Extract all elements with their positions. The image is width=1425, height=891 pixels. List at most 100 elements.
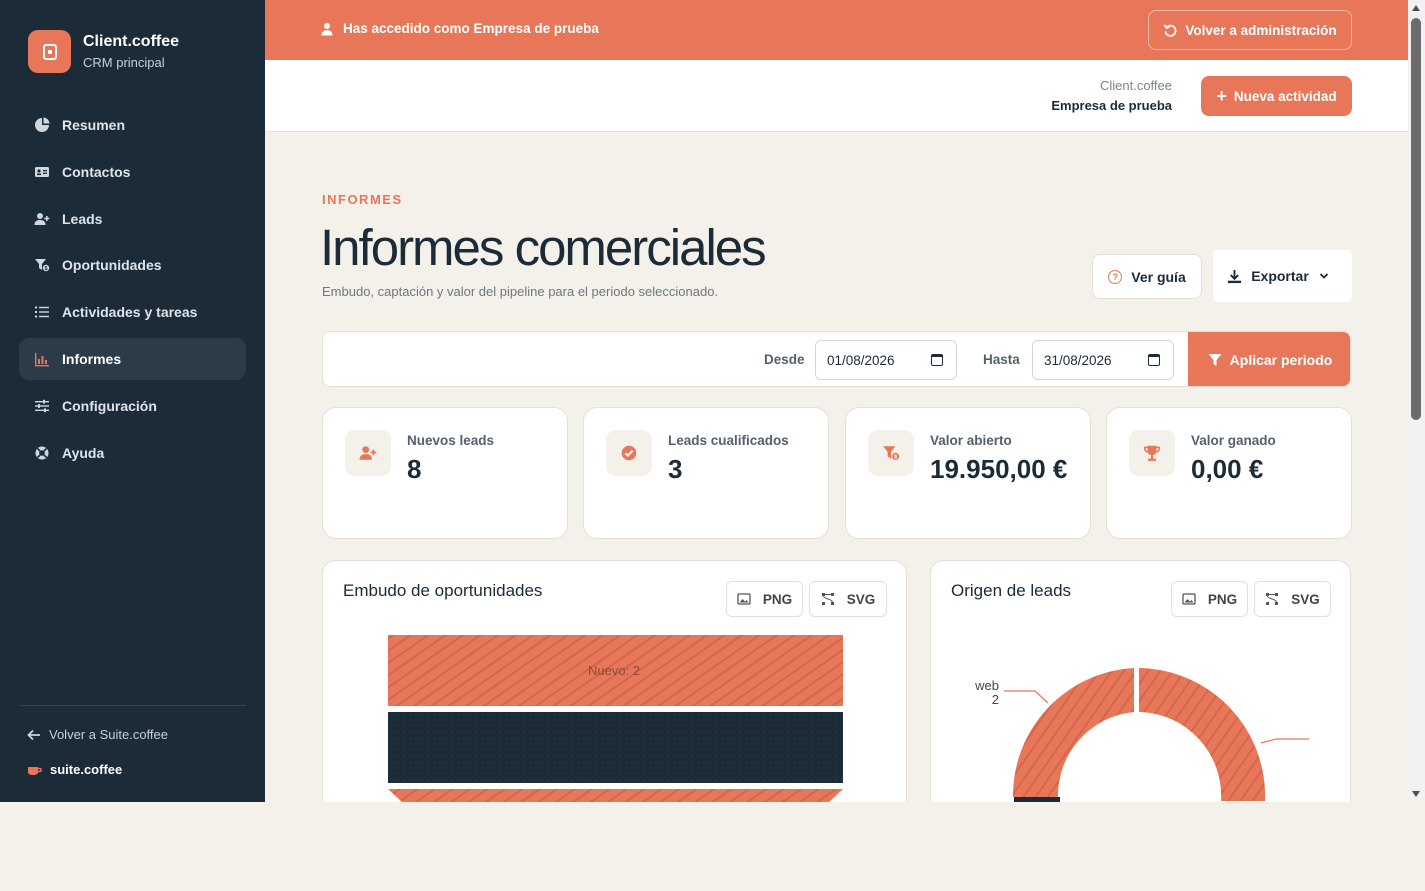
- kpi-label: Valor ganado: [1191, 433, 1276, 448]
- kpi-card-new-leads: Nuevos leads 8: [322, 407, 568, 539]
- donut-leader-line: [1004, 690, 1049, 704]
- scroll-down-arrow-icon[interactable]: [1412, 791, 1420, 797]
- donut-slice-right[interactable]: [1139, 668, 1266, 801]
- sidebar-item-resumen[interactable]: Resumen: [19, 104, 246, 146]
- donut-label-value: 2: [991, 692, 999, 707]
- new-activity-label: Nueva actividad: [1233, 88, 1337, 104]
- kpi-label: Valor abierto: [930, 433, 1012, 448]
- from-date-value: 01/08/2026: [827, 352, 895, 368]
- funnel-stage-3[interactable]: [388, 789, 843, 802]
- kpi-value: 3: [668, 454, 683, 484]
- donut-slice-web[interactable]: [1012, 668, 1134, 797]
- sidebar-item-ayuda[interactable]: Ayuda: [19, 432, 246, 474]
- kpi-card-open-value: $ Valor abierto 19.950,00 €: [845, 407, 1091, 539]
- back-to-admin-label: Volver a administración: [1185, 22, 1337, 38]
- sidebar-item-oportunidades[interactable]: $ Oportunidades: [19, 244, 246, 286]
- new-activity-button[interactable]: + Nueva actividad: [1201, 76, 1352, 116]
- company-name: Empresa de prueba: [1051, 98, 1172, 113]
- page-subtitle: Embudo, captación y valor del pipeline p…: [322, 284, 719, 299]
- lifebuoy-icon: [33, 444, 51, 462]
- apply-period-label: Aplicar periodo: [1229, 352, 1333, 368]
- company-app-name: Client.coffee: [1099, 78, 1172, 93]
- impersonation-text: Has accedido como Empresa de prueba: [343, 21, 599, 36]
- calendar-icon[interactable]: [931, 354, 943, 366]
- period-filter-bar: Desde 01/08/2026 Hasta 31/08/2026 Aplica…: [322, 331, 1351, 387]
- kpi-value: 8: [407, 454, 422, 484]
- funnel-stage-label: Nuevo: 2: [588, 663, 641, 678]
- sidebar-item-contactos[interactable]: Contactos: [19, 151, 246, 193]
- user-plus-icon: [345, 430, 391, 476]
- window-bottom-area: [0, 802, 1425, 891]
- funnel-dollar-icon: $: [868, 430, 914, 476]
- view-guide-label: Ver guía: [1131, 268, 1186, 285]
- to-label: Hasta: [983, 352, 1020, 367]
- user-icon: [321, 22, 333, 35]
- sidebar-item-label: Contactos: [62, 163, 131, 180]
- top-header: Client.coffee Empresa de prueba + Nueva …: [265, 60, 1408, 132]
- back-to-admin-button[interactable]: Volver a administración: [1148, 10, 1352, 50]
- funnel-stage-2[interactable]: [388, 712, 843, 783]
- export-dropdown[interactable]: Exportar: [1213, 250, 1352, 302]
- to-date-value: 31/08/2026: [1044, 352, 1112, 368]
- download-icon: [1228, 269, 1242, 283]
- scrollbar-thumb[interactable]: [1411, 18, 1421, 420]
- bar-chart-icon: [33, 350, 51, 368]
- back-to-suite-label: Volver a Suite.coffee: [49, 727, 169, 742]
- sidebar-item-configuracion[interactable]: Configuración: [19, 385, 246, 427]
- apply-period-button[interactable]: Aplicar periodo: [1188, 332, 1350, 386]
- from-date-input[interactable]: 01/08/2026: [815, 340, 957, 380]
- undo-icon: [1164, 23, 1177, 37]
- kpi-card-won-value: Valor ganado 0,00 €: [1106, 407, 1352, 539]
- app-viewport: Client.coffee CRM principal Resumen Cont…: [0, 0, 1425, 802]
- page-eyebrow: INFORMES: [322, 192, 403, 207]
- donut-label-name: web: [975, 678, 999, 693]
- kpi-label: Nuevos leads: [407, 433, 495, 448]
- suite-logo[interactable]: suite.coffee: [27, 762, 122, 777]
- sidebar-item-label: Informes: [62, 350, 122, 367]
- calendar-icon[interactable]: [1148, 354, 1160, 366]
- pie-chart-icon: [33, 116, 51, 134]
- company-switcher[interactable]: Client.coffee Empresa de prueba: [1051, 78, 1172, 113]
- kpi-card-qualified-leads: Leads cualificados 3: [583, 407, 829, 539]
- filter-icon: [1208, 354, 1222, 366]
- kpi-value: 0,00 €: [1191, 454, 1264, 484]
- lead-origin-chart-card: Origen de leads PNG SVG web 2: [930, 560, 1351, 802]
- arrow-left-icon: [27, 729, 40, 740]
- sidebar-item-actividades[interactable]: Actividades y tareas: [19, 291, 246, 333]
- sidebar-item-label: Oportunidades: [62, 257, 162, 274]
- suite-label: suite.coffee: [50, 762, 123, 777]
- trophy-icon: [1129, 430, 1175, 476]
- plus-icon: +: [1216, 86, 1227, 106]
- check-circle-icon: [606, 430, 652, 476]
- kpi-label: Leads cualificados: [668, 433, 789, 448]
- user-plus-icon: [33, 210, 51, 228]
- view-guide-button[interactable]: ? Ver guía: [1092, 254, 1202, 299]
- back-to-suite-link[interactable]: Volver a Suite.coffee: [27, 727, 168, 742]
- sidebar-item-label: Resumen: [62, 117, 126, 133]
- sidebar-item-label: Leads: [62, 210, 103, 227]
- scroll-up-arrow-icon[interactable]: [1412, 5, 1420, 11]
- contact-card-icon: [33, 163, 51, 181]
- page-title: Informes comerciales: [320, 219, 767, 276]
- funnel-chart: [388, 635, 843, 802]
- page-scrollbar[interactable]: [1408, 0, 1425, 802]
- sidebar-item-label: Actividades y tareas: [62, 304, 198, 321]
- sidebar-item-leads[interactable]: Leads: [19, 198, 246, 240]
- to-date-input[interactable]: 31/08/2026: [1032, 340, 1174, 380]
- sidebar-item-informes[interactable]: Informes: [19, 337, 246, 380]
- sidebar-divider: [19, 705, 246, 706]
- brand-logo-icon: [28, 30, 71, 73]
- sidebar-nav: Resumen Contactos Leads $ Oportunidades: [19, 104, 246, 478]
- from-label: Desde: [764, 352, 805, 367]
- funnel-dollar-icon: $: [33, 256, 51, 274]
- coffee-cup-icon: [28, 766, 42, 775]
- sidebar: Client.coffee CRM principal Resumen Cont…: [0, 0, 265, 802]
- sidebar-item-label: Ayuda: [62, 444, 105, 461]
- question-icon: ?: [1108, 269, 1123, 284]
- svg-text:$: $: [45, 266, 48, 272]
- brand[interactable]: Client.coffee CRM principal: [28, 30, 179, 73]
- funnel-chart-card: Embudo de oportunidades PNG SVG Nuevo: 2: [322, 560, 907, 802]
- export-label: Exportar: [1251, 268, 1309, 284]
- brand-name: Client.coffee: [83, 33, 180, 50]
- sidebar-item-label: Configuración: [62, 397, 157, 414]
